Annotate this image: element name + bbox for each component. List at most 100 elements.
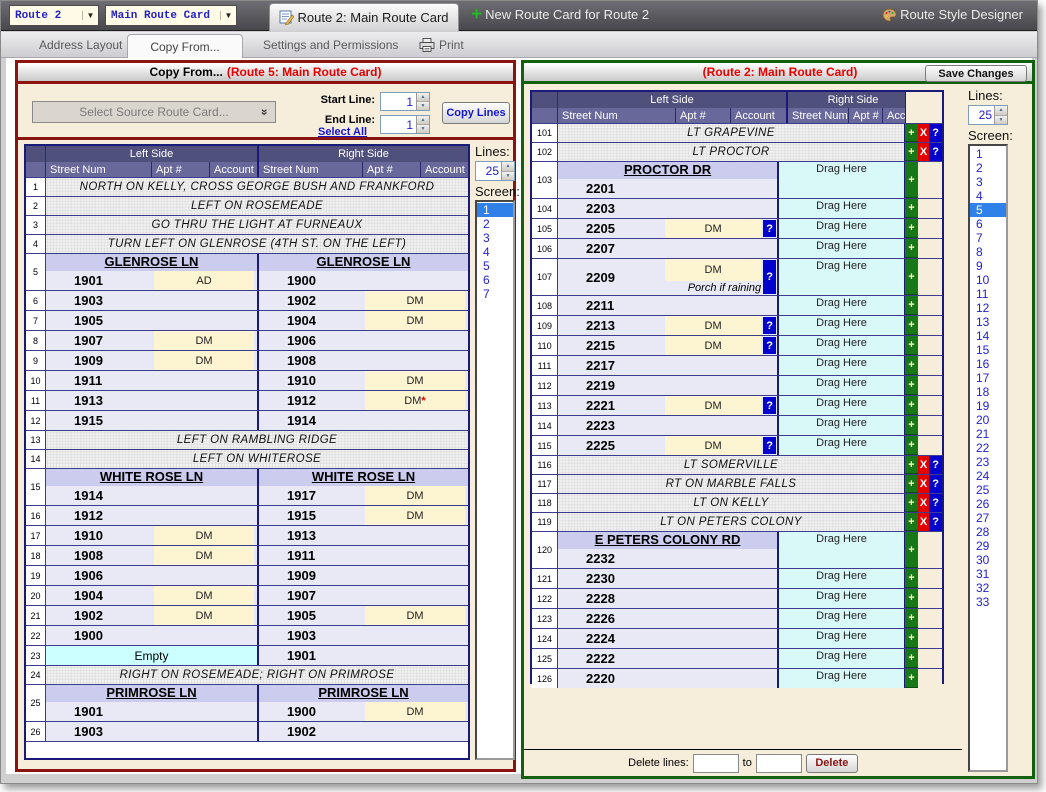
drag-here-cell[interactable]: Drag Here	[777, 649, 904, 668]
address-line[interactable]: 1915	[46, 411, 257, 430]
street-number[interactable]: 2203	[558, 199, 777, 218]
direction-text[interactable]: LEFT ON RAMBLING RIDGE	[46, 431, 468, 449]
screen-list-item[interactable]: 7	[970, 231, 1006, 245]
direction-text[interactable]: LT SOMERVILLE	[558, 456, 904, 474]
street-number[interactable]: 1909	[259, 566, 468, 585]
street-number[interactable]: 1901	[46, 702, 257, 721]
street-number[interactable]: 1915	[46, 411, 257, 430]
street-number[interactable]: 2217	[558, 356, 777, 375]
address-line[interactable]: 1901	[46, 702, 257, 721]
street-number[interactable]: 1910	[46, 526, 154, 545]
drag-here-cell[interactable]: Drag Here	[777, 219, 904, 238]
address-line[interactable]: 1906	[259, 331, 468, 350]
add-line-button[interactable]: +	[905, 219, 918, 238]
address-line[interactable]: 1902DM	[259, 291, 468, 310]
left-side-cell[interactable]: 2221DM?	[558, 396, 777, 415]
right-screen-list[interactable]: 1234567891011121314151617181920212223242…	[968, 144, 1008, 772]
copy-lines-button[interactable]: Copy Lines	[442, 102, 510, 124]
drag-here-cell[interactable]: Drag Here	[777, 629, 904, 648]
screen-list-item[interactable]: 12	[970, 301, 1006, 315]
screen-list-item[interactable]: 3	[970, 175, 1006, 189]
left-side-cell[interactable]: 2225DM?	[558, 436, 777, 455]
screen-list-item[interactable]: 10	[970, 273, 1006, 287]
delivery-tag[interactable]: DM	[365, 291, 465, 310]
address-line[interactable]: Empty	[46, 646, 257, 665]
address-line[interactable]: 1902	[259, 722, 468, 741]
add-line-button[interactable]: +	[905, 259, 918, 295]
street-number[interactable]: 1914	[46, 486, 257, 505]
address-line[interactable]: 1910DM	[259, 371, 468, 390]
address-line[interactable]: 1911	[46, 371, 257, 390]
street-number[interactable]: 1903	[46, 291, 257, 310]
left-side-cell[interactable]: 2230	[558, 569, 777, 588]
screen-list-item[interactable]: 22	[970, 441, 1006, 455]
address-line[interactable]: 1900	[46, 626, 257, 645]
print-button[interactable]: Print	[409, 32, 474, 58]
screen-list-item[interactable]: 24	[970, 469, 1006, 483]
street-number[interactable]: 2222	[558, 649, 777, 668]
street-number[interactable]: 1902	[259, 722, 468, 741]
left-side-cell[interactable]: 2220	[558, 669, 777, 688]
new-route-card-button[interactable]: + New Route Card for Route 2	[471, 7, 649, 22]
address-line[interactable]: 1912DM*	[259, 391, 468, 410]
spin-down-icon[interactable]: ▼	[417, 125, 429, 133]
direction-text[interactable]: LT ON KELLY	[558, 494, 904, 512]
delete-end-input[interactable]	[756, 754, 802, 773]
add-line-button[interactable]: +	[905, 532, 918, 568]
screen-list-item[interactable]: 11	[970, 287, 1006, 301]
address-line[interactable]: 1904DM	[46, 586, 257, 605]
address-line[interactable]: 2224	[558, 629, 777, 648]
address-line[interactable]: 2232	[558, 549, 777, 568]
street-name[interactable]: PRIMROSE LN	[259, 685, 468, 702]
direction-text[interactable]: LT ON PETERS COLONY	[558, 513, 904, 531]
address-line[interactable]: 2207	[558, 239, 777, 258]
delivery-tag[interactable]: DM	[154, 606, 254, 625]
street-number[interactable]: 1904	[259, 311, 365, 330]
left-side-cell[interactable]: 2205DM?	[558, 219, 777, 238]
add-line-button[interactable]: +	[905, 669, 918, 688]
left-side-cell[interactable]: 2203	[558, 199, 777, 218]
address-line[interactable]: 1913	[259, 526, 468, 545]
help-button[interactable]: ?	[929, 143, 942, 161]
drag-here-cell[interactable]: Drag Here	[777, 199, 904, 218]
left-side-cell[interactable]: 2215DM?	[558, 336, 777, 355]
drag-here-cell[interactable]: Drag Here	[777, 296, 904, 315]
address-line[interactable]: 2203	[558, 199, 777, 218]
add-line-button[interactable]: +	[905, 589, 918, 608]
end-line-spinner[interactable]: ▲▼	[416, 116, 429, 133]
add-line-button[interactable]: +	[905, 162, 918, 198]
address-line[interactable]: 1902DM	[46, 606, 257, 625]
delivery-tag[interactable]: DM	[665, 259, 761, 281]
address-line[interactable]: 1908	[259, 351, 468, 370]
street-number[interactable]: 1902	[259, 291, 365, 310]
drag-here-cell[interactable]: Drag Here	[777, 609, 904, 628]
delivery-tag[interactable]: DM	[665, 336, 761, 355]
direction-text[interactable]: NORTH ON KELLY, CROSS GEORGE BUSH AND FR…	[46, 178, 468, 196]
street-number[interactable]: 2224	[558, 629, 777, 648]
street-name[interactable]: WHITE ROSE LN	[259, 469, 468, 486]
screen-list-item[interactable]: 14	[970, 329, 1006, 343]
street-number[interactable]: 1917	[259, 486, 365, 505]
screen-list-item[interactable]: 32	[970, 581, 1006, 595]
screen-list-item[interactable]: 26	[970, 497, 1006, 511]
help-button[interactable]: ?	[763, 260, 776, 294]
address-line[interactable]: 1907DM	[46, 331, 257, 350]
add-line-button[interactable]: +	[905, 629, 918, 648]
delete-line-button[interactable]: X	[918, 494, 930, 512]
delete-button[interactable]: Delete	[806, 754, 858, 773]
screen-list-item[interactable]: 5	[477, 259, 513, 273]
help-button[interactable]: ?	[929, 456, 942, 474]
left-side-cell[interactable]: 2222	[558, 649, 777, 668]
help-button[interactable]: ?	[763, 220, 776, 237]
drag-here-cell[interactable]: Drag Here	[777, 436, 904, 455]
street-number[interactable]: 2205	[558, 219, 665, 238]
address-line[interactable]: 2211	[558, 296, 777, 315]
drag-here-cell[interactable]: Drag Here	[777, 396, 904, 415]
street-number[interactable]: 2221	[558, 396, 665, 415]
left-side-cell[interactable]: 2224	[558, 629, 777, 648]
screen-list-item[interactable]: 6	[970, 217, 1006, 231]
address-line[interactable]: 1905DM	[259, 606, 468, 625]
spin-up-icon[interactable]: ▲	[995, 106, 1007, 116]
street-name[interactable]: GLENROSE LN	[46, 254, 257, 271]
address-line[interactable]: 1903	[46, 291, 257, 310]
